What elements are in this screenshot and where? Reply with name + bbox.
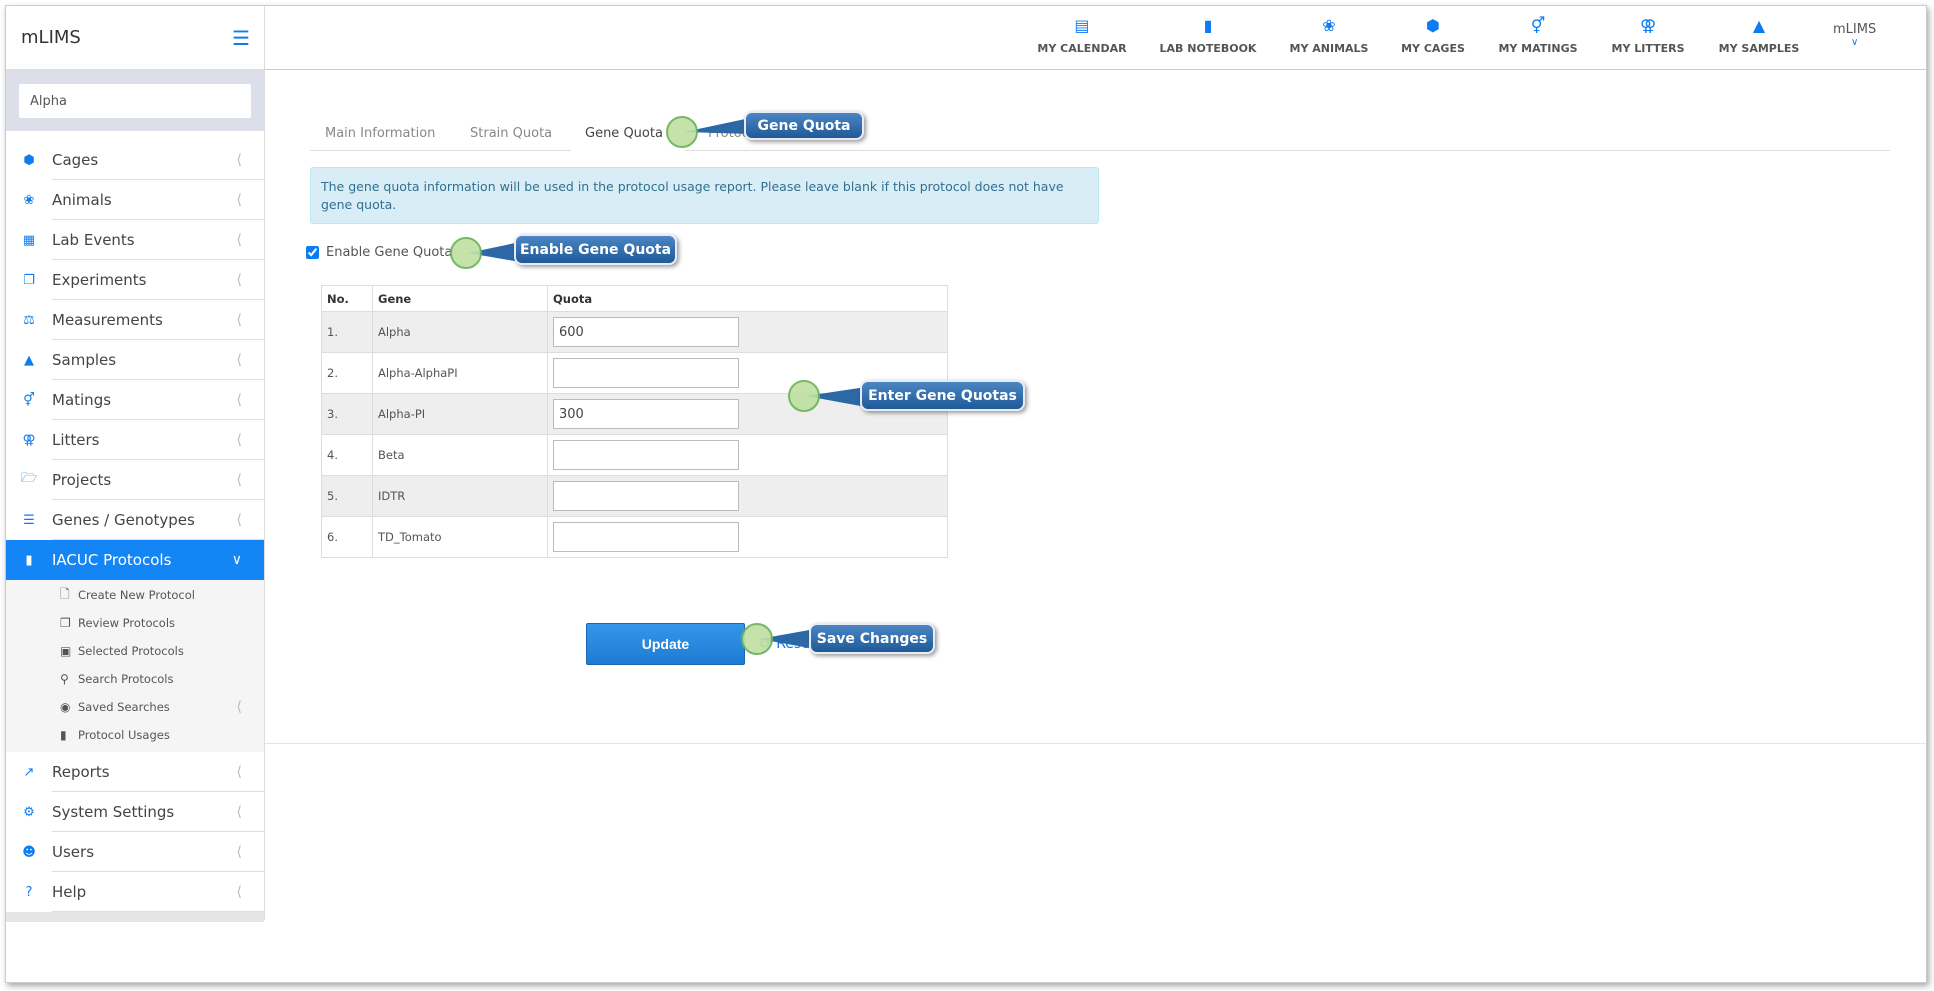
callout-tails xyxy=(468,118,866,649)
callout-gene-quota: Gene Quota xyxy=(744,111,864,140)
callout-enable-gene-quota: Enable Gene Quota xyxy=(514,234,677,265)
callout-save-changes: Save Changes xyxy=(809,623,935,654)
callout-marker xyxy=(666,116,698,148)
callout-enter-gene-quotas: Enter Gene Quotas xyxy=(860,380,1025,411)
callout-marker xyxy=(788,380,820,412)
callout-marker xyxy=(450,237,482,269)
callout-marker xyxy=(741,623,773,655)
